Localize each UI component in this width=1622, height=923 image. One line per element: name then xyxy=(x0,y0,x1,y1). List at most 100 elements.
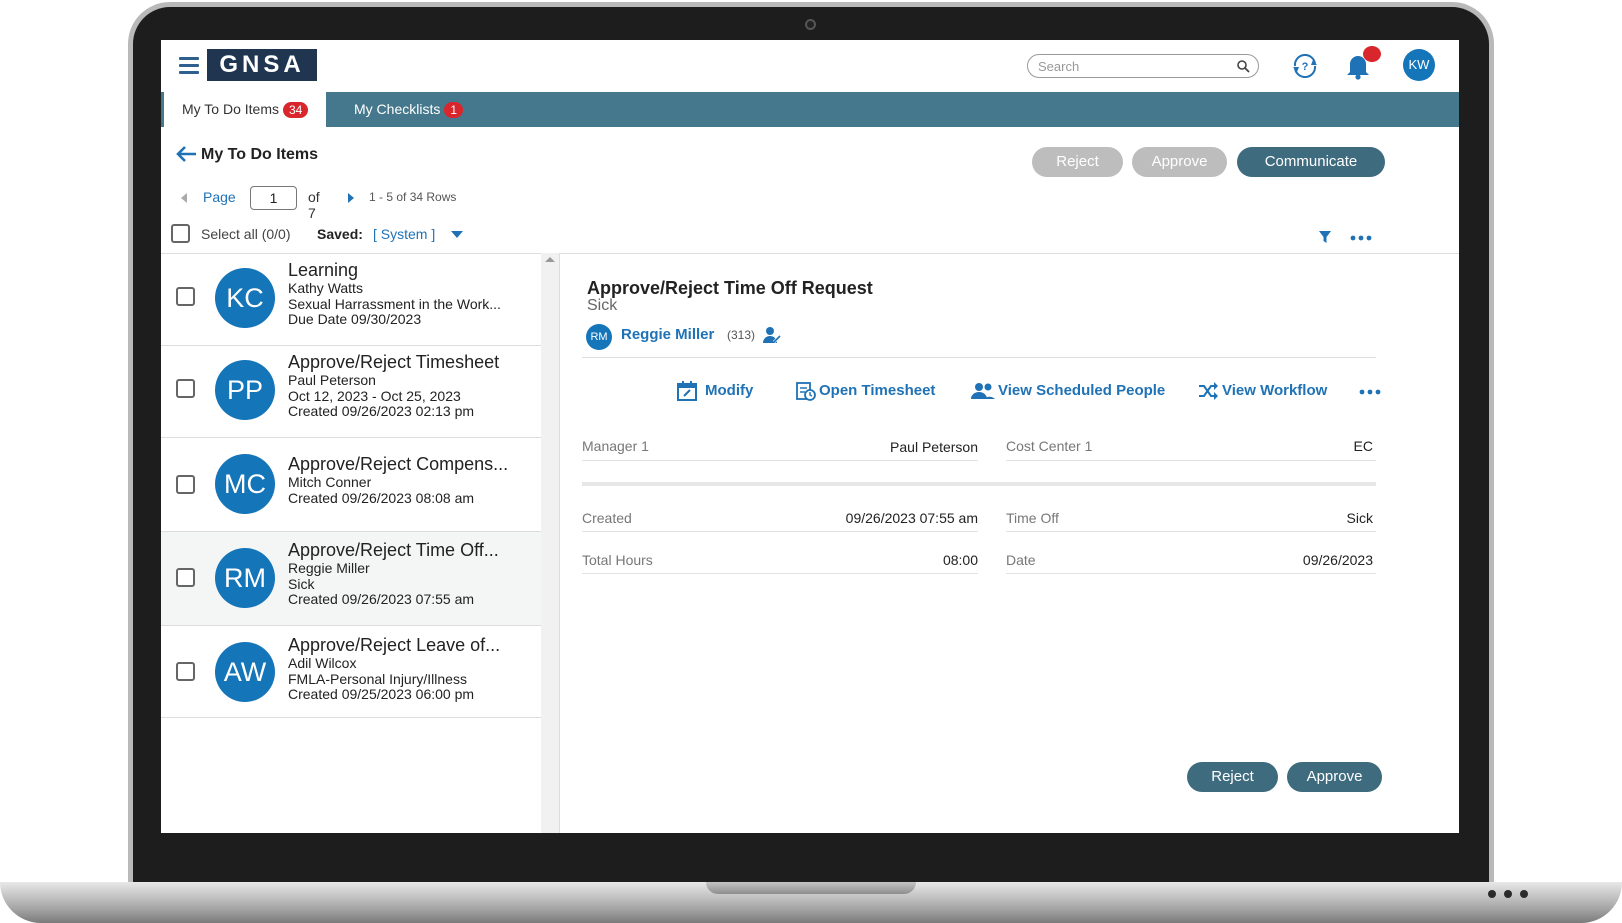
list-item[interactable]: RM Approve/Reject Time Off... Reggie Mil… xyxy=(161,532,541,626)
view-scheduled-people-action[interactable]: View Scheduled People xyxy=(970,380,1170,404)
item-line: Created 09/26/2023 08:08 am xyxy=(288,490,475,506)
item-line: Oct 12, 2023 - Oct 25, 2023 xyxy=(288,388,461,404)
next-page-icon[interactable] xyxy=(348,193,354,203)
item-checkbox[interactable] xyxy=(176,662,195,681)
communicate-button[interactable]: Communicate xyxy=(1237,147,1385,177)
divider xyxy=(582,531,978,532)
row-count: 1 - 5 of 34 Rows xyxy=(369,190,457,204)
avatar: RM xyxy=(215,548,275,608)
tab-bar: My To Do Items 34 My Checklists 1 xyxy=(161,92,1459,127)
indicator-light xyxy=(1488,890,1496,898)
page-title: My To Do Items xyxy=(201,146,319,163)
avatar: AW xyxy=(215,642,275,702)
item-title: Approve/Reject Compens... xyxy=(288,454,509,474)
timesheet-icon xyxy=(796,382,816,401)
item-line: Created 09/26/2023 07:55 am xyxy=(288,592,475,607)
item-text: Approve/Reject Timesheet Paul Peterson O… xyxy=(288,352,533,420)
item-checkbox[interactable] xyxy=(176,379,195,398)
date-value: 09/26/2023 xyxy=(1302,552,1373,568)
user-avatar[interactable]: KW xyxy=(1403,49,1435,81)
search-box[interactable] xyxy=(1027,54,1259,78)
back-arrow-icon[interactable] xyxy=(175,146,197,162)
list-scrollbar[interactable] xyxy=(541,253,559,833)
list-item[interactable]: AW Approve/Reject Leave of... Adil Wilco… xyxy=(161,626,541,718)
item-text: Approve/Reject Compens... Mitch Conner C… xyxy=(288,454,533,506)
search-icon[interactable] xyxy=(1236,59,1250,73)
search-input[interactable] xyxy=(1038,57,1228,75)
notification-badge xyxy=(1363,46,1381,62)
page-label: Page xyxy=(203,189,236,205)
item-line: Adil Wilcox xyxy=(288,656,357,671)
saved-filter-dropdown[interactable]: [ System ] xyxy=(373,226,435,242)
tab-my-to-do-items[interactable]: My To Do Items 34 xyxy=(164,92,327,127)
shuffle-icon xyxy=(1199,382,1218,400)
divider xyxy=(582,573,978,574)
tab-count-badge: 34 xyxy=(283,102,309,118)
scroll-up-icon[interactable] xyxy=(545,257,555,262)
modify-action[interactable]: Modify xyxy=(676,380,760,404)
select-all-label: Select all (0/0) xyxy=(201,226,291,242)
divider xyxy=(582,357,1376,358)
item-line: Sexual Harrassment in the Work... xyxy=(288,296,501,312)
item-checkbox[interactable] xyxy=(176,568,195,587)
divider xyxy=(1006,573,1376,574)
person-details-icon[interactable] xyxy=(762,325,782,345)
people-icon xyxy=(971,383,995,399)
item-text: Approve/Reject Leave of... Adil Wilcox F… xyxy=(288,635,533,703)
person-name-link[interactable]: Reggie Miller xyxy=(621,326,714,343)
section-divider xyxy=(582,482,1376,486)
list-item[interactable]: PP Approve/Reject Timesheet Paul Peterso… xyxy=(161,346,541,438)
created-value: 09/26/2023 07:55 am xyxy=(845,510,978,526)
detail-subtitle: Sick xyxy=(587,297,618,314)
svg-text:?: ? xyxy=(1302,61,1309,73)
item-line: FMLA-Personal Injury/Illness xyxy=(288,671,467,687)
view-workflow-action[interactable]: View Workflow xyxy=(1197,380,1337,404)
previous-page-icon[interactable] xyxy=(181,193,187,203)
item-line: Sick xyxy=(288,576,315,592)
avatar: RM xyxy=(586,324,612,350)
divider xyxy=(1006,460,1376,461)
tab-my-checklists[interactable]: My Checklists 1 xyxy=(336,92,481,127)
created-label: Created xyxy=(582,510,632,526)
view-workflow-label: View Workflow xyxy=(1222,382,1328,399)
calendar-edit-icon xyxy=(677,381,697,401)
filter-icon[interactable] xyxy=(1318,230,1332,244)
item-line: Reggie Miller xyxy=(288,561,370,576)
select-all-checkbox[interactable] xyxy=(171,224,190,243)
indicator-light xyxy=(1520,890,1528,898)
item-checkbox[interactable] xyxy=(176,475,195,494)
divider xyxy=(1006,531,1376,532)
item-text: Learning Kathy Watts Sexual Harrassment … xyxy=(288,260,533,328)
item-text: Approve/Reject Time Off... Reggie Miller… xyxy=(288,540,533,608)
page-number-input[interactable]: 1 xyxy=(250,186,297,210)
list-item[interactable]: KC Learning Kathy Watts Sexual Harrassme… xyxy=(161,254,541,346)
app-logo[interactable]: GNSA xyxy=(207,49,317,81)
reject-button-top[interactable]: Reject xyxy=(1032,147,1123,177)
item-title: Approve/Reject Timesheet xyxy=(288,352,500,372)
list-item[interactable]: MC Approve/Reject Compens... Mitch Conne… xyxy=(161,438,541,532)
date-label: Date xyxy=(1006,552,1036,568)
total-hours-label: Total Hours xyxy=(582,552,653,568)
hamburger-menu-icon[interactable] xyxy=(179,57,199,75)
modify-label: Modify xyxy=(705,382,754,399)
open-timesheet-label: Open Timesheet xyxy=(819,382,936,399)
detail-panel: Approve/Reject Time Off Request Sick RM … xyxy=(559,253,1459,833)
cost-center-value: EC xyxy=(1353,438,1373,454)
avatar: PP xyxy=(215,360,275,420)
laptop-notch xyxy=(706,882,916,894)
more-options-icon[interactable] xyxy=(1358,388,1382,396)
tab-count-badge: 1 xyxy=(444,102,464,118)
approve-button[interactable]: Approve xyxy=(1287,762,1382,792)
todo-list: KC Learning Kathy Watts Sexual Harrassme… xyxy=(161,253,541,833)
avatar: MC xyxy=(215,454,275,514)
item-title: Learning xyxy=(288,260,359,280)
open-timesheet-action[interactable]: Open Timesheet xyxy=(795,380,945,404)
help-icon[interactable]: ? xyxy=(1291,54,1319,78)
item-checkbox[interactable] xyxy=(176,287,195,306)
chevron-down-icon[interactable] xyxy=(451,231,463,238)
approve-button-top[interactable]: Approve xyxy=(1132,147,1227,177)
more-options-icon[interactable] xyxy=(1349,234,1373,242)
detail-title: Approve/Reject Time Off Request xyxy=(587,278,873,298)
reject-button[interactable]: Reject xyxy=(1187,762,1278,792)
indicator-light xyxy=(1504,890,1512,898)
